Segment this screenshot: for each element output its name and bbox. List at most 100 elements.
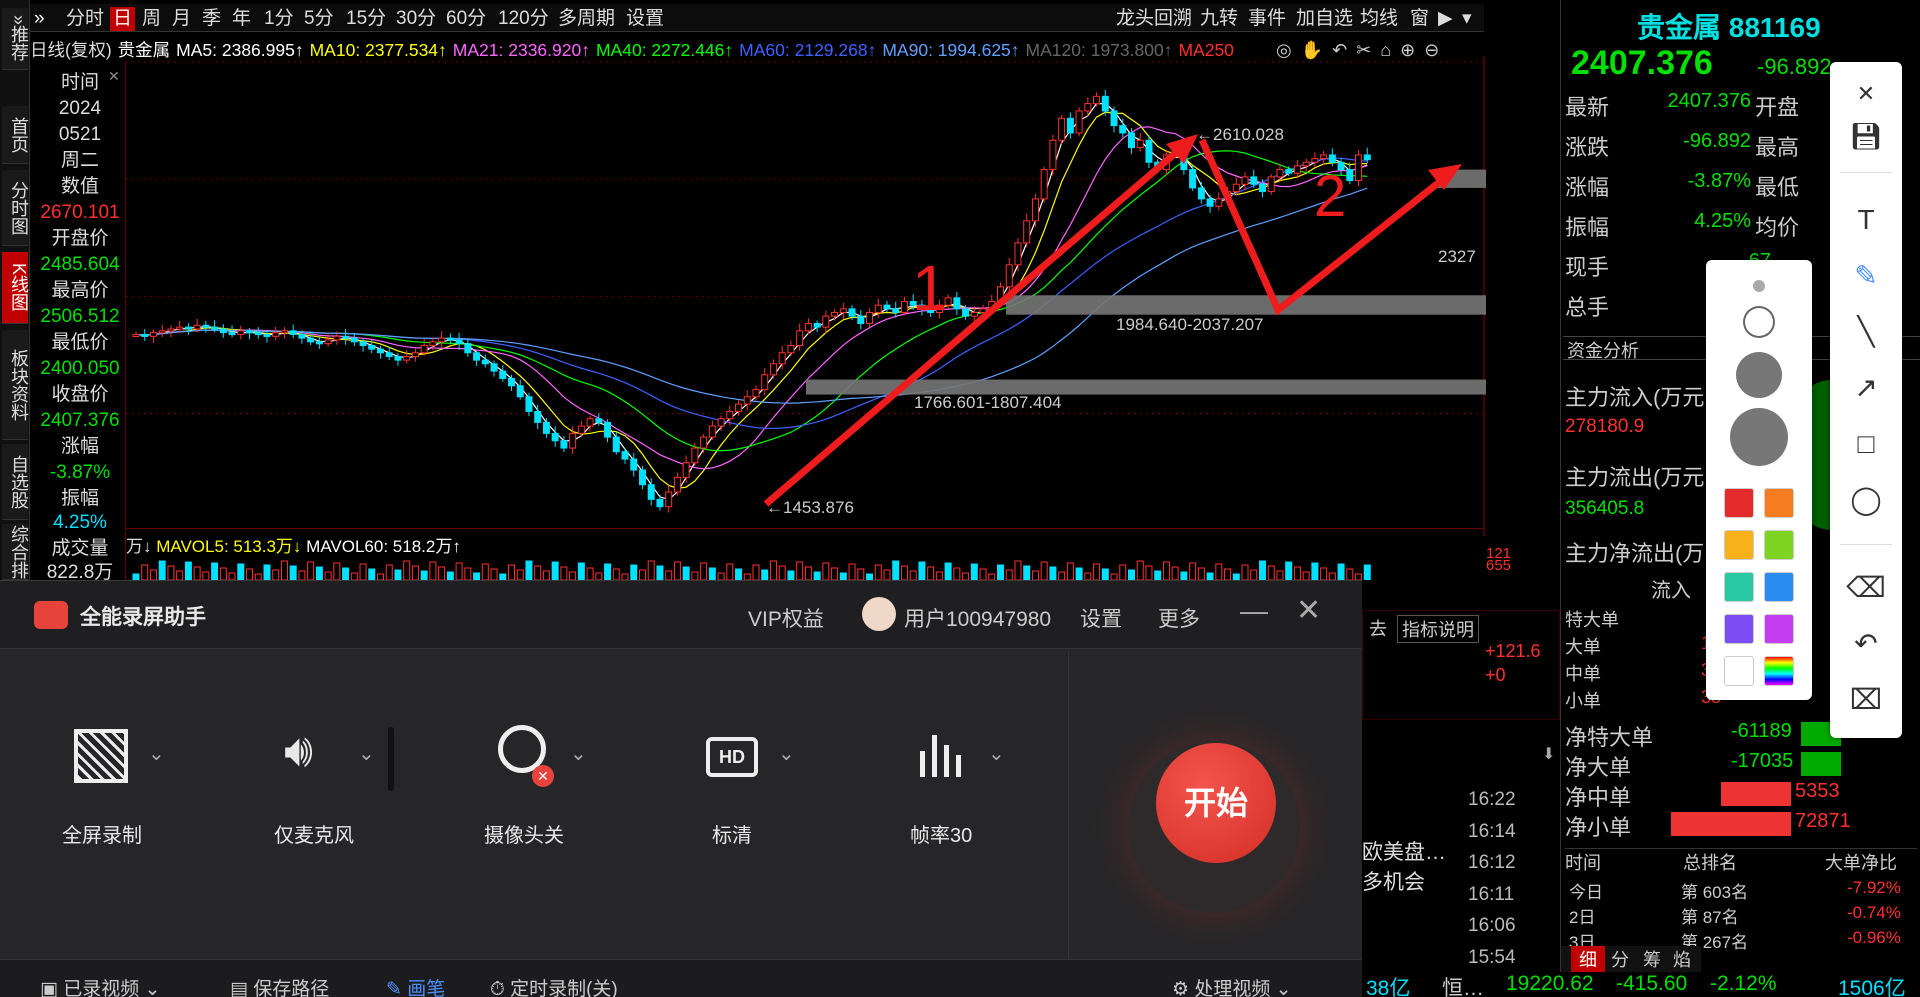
ellipse-tool-icon[interactable]: ◯ <box>1846 480 1886 520</box>
size-medium-option[interactable] <box>1743 306 1775 338</box>
line-tool-icon[interactable]: ╲ <box>1846 312 1886 352</box>
framerate-chevron-down-icon[interactable]: ⌄ <box>988 741 1005 766</box>
tab-timeshare[interactable]: 分时 <box>66 7 104 31</box>
nav-home[interactable]: 首页 <box>2 106 29 164</box>
brush-link[interactable]: ✎ 画笔 <box>386 974 445 997</box>
nav-watchlist[interactable]: 自选股 <box>2 444 29 520</box>
text-tool-icon[interactable]: T <box>1846 200 1886 240</box>
tab-60min[interactable]: 60分 <box>446 7 486 31</box>
avatar[interactable] <box>862 597 896 631</box>
mic-label[interactable]: 仅麦克风 <box>274 819 354 848</box>
tab-5min[interactable]: 5分 <box>304 7 334 31</box>
download-icon[interactable]: ⬇ <box>1542 744 1555 764</box>
detail-tabs[interactable]: 细 分 筹 焰 <box>1561 946 1701 972</box>
quality-label[interactable]: 标清 <box>712 819 752 848</box>
color-swatch[interactable] <box>1724 530 1754 560</box>
tab-15min[interactable]: 15分 <box>346 7 386 31</box>
fullscreen-label[interactable]: 全屏录制 <box>62 819 142 848</box>
pin-icon[interactable]: ▶ <box>1438 7 1453 31</box>
start-record-button[interactable]: 开始 <box>1156 743 1276 863</box>
tab-1min[interactable]: 1分 <box>264 7 294 31</box>
nav-sector[interactable]: 板块资料 <box>2 330 29 440</box>
tab-week[interactable]: 周 <box>142 7 161 31</box>
recorded-videos-link[interactable]: ▣ 已录视频 ⌄ <box>40 974 160 997</box>
arrow-tool-icon[interactable]: ↗ <box>1846 368 1886 408</box>
hd-chevron-down-icon[interactable]: ⌄ <box>778 741 795 766</box>
color-swatch[interactable] <box>1764 614 1794 644</box>
tab-multi[interactable]: 多周期 <box>558 7 615 31</box>
color-swatch[interactable] <box>1724 614 1754 644</box>
timer-record-link[interactable]: ⏱ 定时录制(关) <box>490 974 618 997</box>
undo-icon[interactable]: ↶ <box>1846 624 1886 664</box>
speaker-chevron-down-icon[interactable]: ⌄ <box>358 741 375 766</box>
nav-timeshare[interactable]: 分时图 <box>2 170 29 246</box>
nav-kline[interactable]: K线图 <box>2 252 29 324</box>
tab-settings[interactable]: 设置 <box>626 7 664 31</box>
candle-body <box>272 332 280 337</box>
tab-30min[interactable]: 30分 <box>396 7 436 31</box>
color-swatch[interactable] <box>1764 530 1794 560</box>
btn-leader-review[interactable]: 龙头回溯 <box>1116 7 1192 31</box>
color-swatch[interactable] <box>1764 488 1794 518</box>
camera-label[interactable]: 摄像头关 <box>484 819 564 848</box>
save-icon[interactable]: 💾︎ <box>1846 116 1886 156</box>
speaker-icon[interactable]: 🔊︎ <box>284 723 313 779</box>
tab-quarter[interactable]: 季 <box>202 7 221 31</box>
nav-ranking[interactable]: 综合排 <box>2 524 29 580</box>
fullscreen-chevron-down-icon[interactable]: ⌄ <box>148 741 165 766</box>
rect-tool-icon[interactable]: □ <box>1846 424 1886 464</box>
eraser-tool-icon[interactable]: ⌫ <box>1846 568 1886 608</box>
volume-bar <box>1197 567 1205 580</box>
volume-bar <box>219 567 227 580</box>
color-swatch[interactable] <box>1764 656 1794 686</box>
tab-month[interactable]: 月 <box>172 7 191 31</box>
btn-ma[interactable]: 均线 <box>1360 7 1398 31</box>
btn-add-watch[interactable]: 加自选 <box>1296 7 1353 31</box>
camera-chevron-down-icon[interactable]: ⌄ <box>570 741 587 766</box>
nav-recommend[interactable]: »推荐 <box>2 8 29 70</box>
tab-chips[interactable]: 筹 <box>1643 946 1661 972</box>
tab-detail[interactable]: 细 <box>1571 946 1605 972</box>
tab-day[interactable]: 日 <box>110 7 136 31</box>
tab-year[interactable]: 年 <box>232 7 251 31</box>
color-swatch[interactable] <box>1724 488 1754 518</box>
size-xlarge-option[interactable] <box>1730 408 1788 466</box>
fullscreen-icon[interactable] <box>74 729 128 783</box>
hd-icon[interactable]: HD <box>706 737 758 777</box>
kline-chart[interactable]: 2674235420341714←1453.876←2610.028232719… <box>126 56 1486 536</box>
dropdown-icon[interactable]: ▾ <box>1462 7 1472 31</box>
close-icon[interactable]: ✕ <box>1296 593 1321 628</box>
tab-minute[interactable]: 分 <box>1611 946 1629 972</box>
pen-tool-icon[interactable]: ✎ <box>1846 256 1886 296</box>
tab-flame[interactable]: 焰 <box>1673 946 1691 972</box>
btn-window[interactable]: 窗 <box>1410 7 1429 31</box>
color-swatch[interactable] <box>1724 656 1754 686</box>
settings-link[interactable]: 设置 <box>1080 603 1122 633</box>
minimize-icon[interactable]: — <box>1240 595 1268 627</box>
color-swatch[interactable] <box>1764 572 1794 602</box>
tab-indicator[interactable]: 去 <box>1369 615 1387 641</box>
btn-nine-turn[interactable]: 九转 <box>1200 7 1238 31</box>
clear-icon[interactable]: ⌧ <box>1846 680 1886 720</box>
color-swatch[interactable] <box>1724 572 1754 602</box>
status-volume: 38亿 <box>1366 977 1411 997</box>
btn-events[interactable]: 事件 <box>1248 7 1286 31</box>
tab-120min[interactable]: 120分 <box>498 7 549 31</box>
tab-indicator-help[interactable]: 指标说明 <box>1397 615 1479 643</box>
close-draw-icon[interactable]: ✕ <box>1846 74 1886 114</box>
size-small-option[interactable] <box>1753 280 1765 292</box>
size-large-option[interactable] <box>1736 352 1782 398</box>
more-link[interactable]: 更多 <box>1158 603 1200 633</box>
process-video-link[interactable]: ⚙ 处理视频 ⌄ <box>1172 974 1292 997</box>
framerate-label[interactable]: 帧率30 <box>910 819 972 848</box>
news-headlines[interactable]: 欧美盘… 多机会 <box>1362 838 1446 898</box>
framerate-icon[interactable] <box>918 731 968 779</box>
save-path-link[interactable]: ▤ 保存路径 <box>230 974 329 997</box>
vip-link[interactable]: VIP权益 <box>748 603 824 633</box>
volume-bar <box>1145 565 1153 580</box>
candle-body <box>542 421 550 434</box>
volume-divider <box>126 528 1484 529</box>
status-index-name[interactable]: 恒… <box>1442 972 1484 997</box>
user-name[interactable]: 用户100947980 <box>904 603 1051 633</box>
collapse-icon[interactable]: » <box>34 7 45 31</box>
